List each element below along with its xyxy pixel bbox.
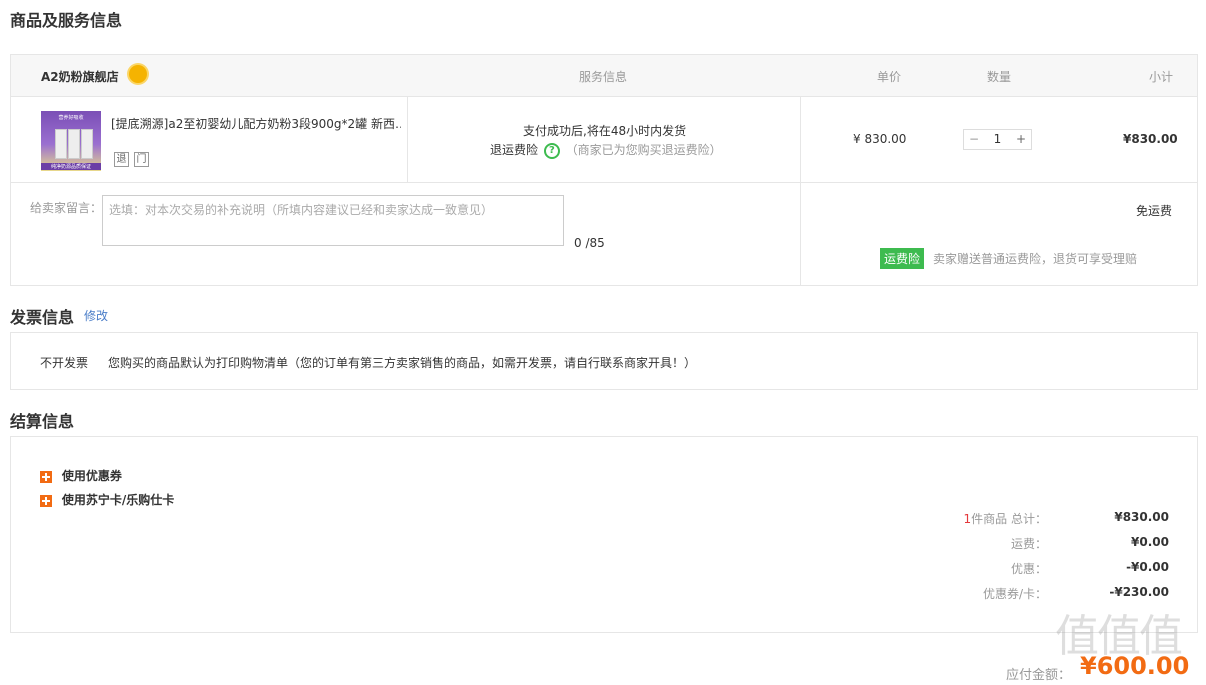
card-label: 使用苏宁卡/乐购仕卡 bbox=[61, 493, 175, 507]
return-tag-icon: 退 bbox=[114, 152, 129, 167]
invoice-section-title: 发票信息 bbox=[10, 308, 75, 327]
service-insurance: 退运费险 ? （商家已为您购买退运费险） bbox=[490, 141, 722, 159]
shipping-free: 免运费 bbox=[1136, 204, 1173, 218]
goods-table-header: A2奶粉旗舰店 服务信息 单价 数量 小计 bbox=[11, 55, 1197, 97]
column-divider bbox=[800, 96, 801, 182]
invoice-box: 不开发票 您购买的商品默认为打印购物清单（您的订单有第三方卖家销售的商品，如需开… bbox=[10, 332, 1198, 390]
can-graphic bbox=[55, 129, 67, 159]
shop-badge-icon bbox=[129, 65, 147, 83]
total-count-label: 1件商品 总计： bbox=[964, 510, 1047, 527]
subtotal: ¥830.00 bbox=[1123, 132, 1178, 146]
freight-label: 运费： bbox=[1010, 537, 1047, 551]
invoice-edit-link[interactable]: 修改 bbox=[84, 307, 108, 324]
unit-price: ¥ 830.00 bbox=[853, 132, 907, 146]
can-graphic bbox=[68, 129, 80, 159]
invoice-note: 您购买的商品默认为打印购物清单（您的订单有第三方卖家销售的商品，如需开发票，请自… bbox=[108, 356, 697, 370]
goods-section-title: 商品及服务信息 bbox=[10, 11, 123, 30]
product-row: 营养好吸收 纯净奶源品质保证 [提底溯源]a2至初婴幼儿配方奶粉3段900g*2… bbox=[11, 96, 1197, 183]
item-count-text: 件商品 总计： bbox=[971, 512, 1047, 526]
col-service: 服务信息 bbox=[579, 70, 628, 84]
discount-value: -¥0.00 bbox=[1126, 560, 1169, 574]
qty-plus-button[interactable]: + bbox=[1011, 130, 1031, 149]
invoice-type: 不开发票 bbox=[40, 356, 89, 370]
watermark-logo: 值值值 bbox=[1055, 611, 1183, 662]
settlement-box: 使用优惠券 使用苏宁卡/乐购仕卡 1件商品 总计： ¥830.00 运费： ¥0… bbox=[10, 436, 1198, 633]
plus-icon bbox=[40, 494, 52, 507]
product-name[interactable]: [提底溯源]a2至初婴幼儿配方奶粉3段900g*2罐 新西… bbox=[111, 115, 401, 132]
shop-name[interactable]: A2奶粉旗舰店 bbox=[41, 68, 119, 85]
service-delivery: 支付成功后,将在48小时内发货 bbox=[523, 124, 687, 138]
total-value: ¥830.00 bbox=[1114, 510, 1169, 524]
qty-input[interactable]: 1 bbox=[984, 130, 1011, 149]
can-graphic bbox=[81, 129, 93, 159]
help-icon[interactable]: ? bbox=[543, 142, 560, 159]
col-qty: 数量 bbox=[987, 70, 1012, 84]
qty-minus-button[interactable]: − bbox=[964, 130, 984, 149]
message-counter: 0 /85 bbox=[574, 236, 605, 250]
pay-label: 应付金额： bbox=[1006, 668, 1072, 683]
insurance-badge: 运费险 bbox=[880, 248, 925, 269]
col-subtotal: 小计 bbox=[1149, 70, 1174, 84]
card-toggle[interactable]: 使用苏宁卡/乐购仕卡 bbox=[40, 491, 174, 508]
goods-table: A2奶粉旗舰店 服务信息 单价 数量 小计 营养好吸收 纯净奶源品质保证 [提底… bbox=[10, 54, 1198, 286]
column-divider bbox=[407, 96, 408, 182]
message-input[interactable]: 选填：对本次交易的补充说明（所填内容建议已经和卖家达成一致意见） bbox=[102, 195, 564, 246]
store-tag-icon: 门 bbox=[134, 152, 149, 167]
insurance-badge-note: 卖家赠送普通运费险，退货可享受理赔 bbox=[933, 252, 1138, 266]
coupon-label: 使用优惠券 bbox=[61, 469, 122, 483]
insurance-note: （商家已为您购买退运费险） bbox=[565, 143, 722, 157]
coupon-toggle[interactable]: 使用优惠券 bbox=[40, 467, 122, 484]
plus-icon bbox=[40, 470, 52, 483]
discount-label: 优惠： bbox=[1010, 562, 1047, 576]
freight-value: ¥0.00 bbox=[1131, 535, 1169, 549]
column-divider bbox=[800, 183, 801, 285]
product-image-caption: 纯净奶源品质保证 bbox=[41, 163, 101, 170]
coupon-card-value: -¥230.00 bbox=[1109, 585, 1169, 599]
quantity-stepper: − 1 + bbox=[963, 129, 1032, 150]
product-image-banner: 营养好吸收 bbox=[58, 115, 84, 121]
message-placeholder: 选填：对本次交易的补充说明（所填内容建议已经和卖家达成一致意见） bbox=[109, 203, 494, 217]
message-row: 给卖家留言： 选填：对本次交易的补充说明（所填内容建议已经和卖家达成一致意见） … bbox=[11, 183, 1197, 285]
col-price: 单价 bbox=[877, 70, 902, 84]
insurance-label: 退运费险 bbox=[490, 143, 539, 157]
message-label: 给卖家留言： bbox=[30, 201, 103, 215]
product-image[interactable]: 营养好吸收 纯净奶源品质保证 bbox=[41, 111, 101, 171]
coupon-card-label: 优惠券/卡： bbox=[982, 587, 1047, 601]
settle-section-title: 结算信息 bbox=[10, 412, 75, 431]
